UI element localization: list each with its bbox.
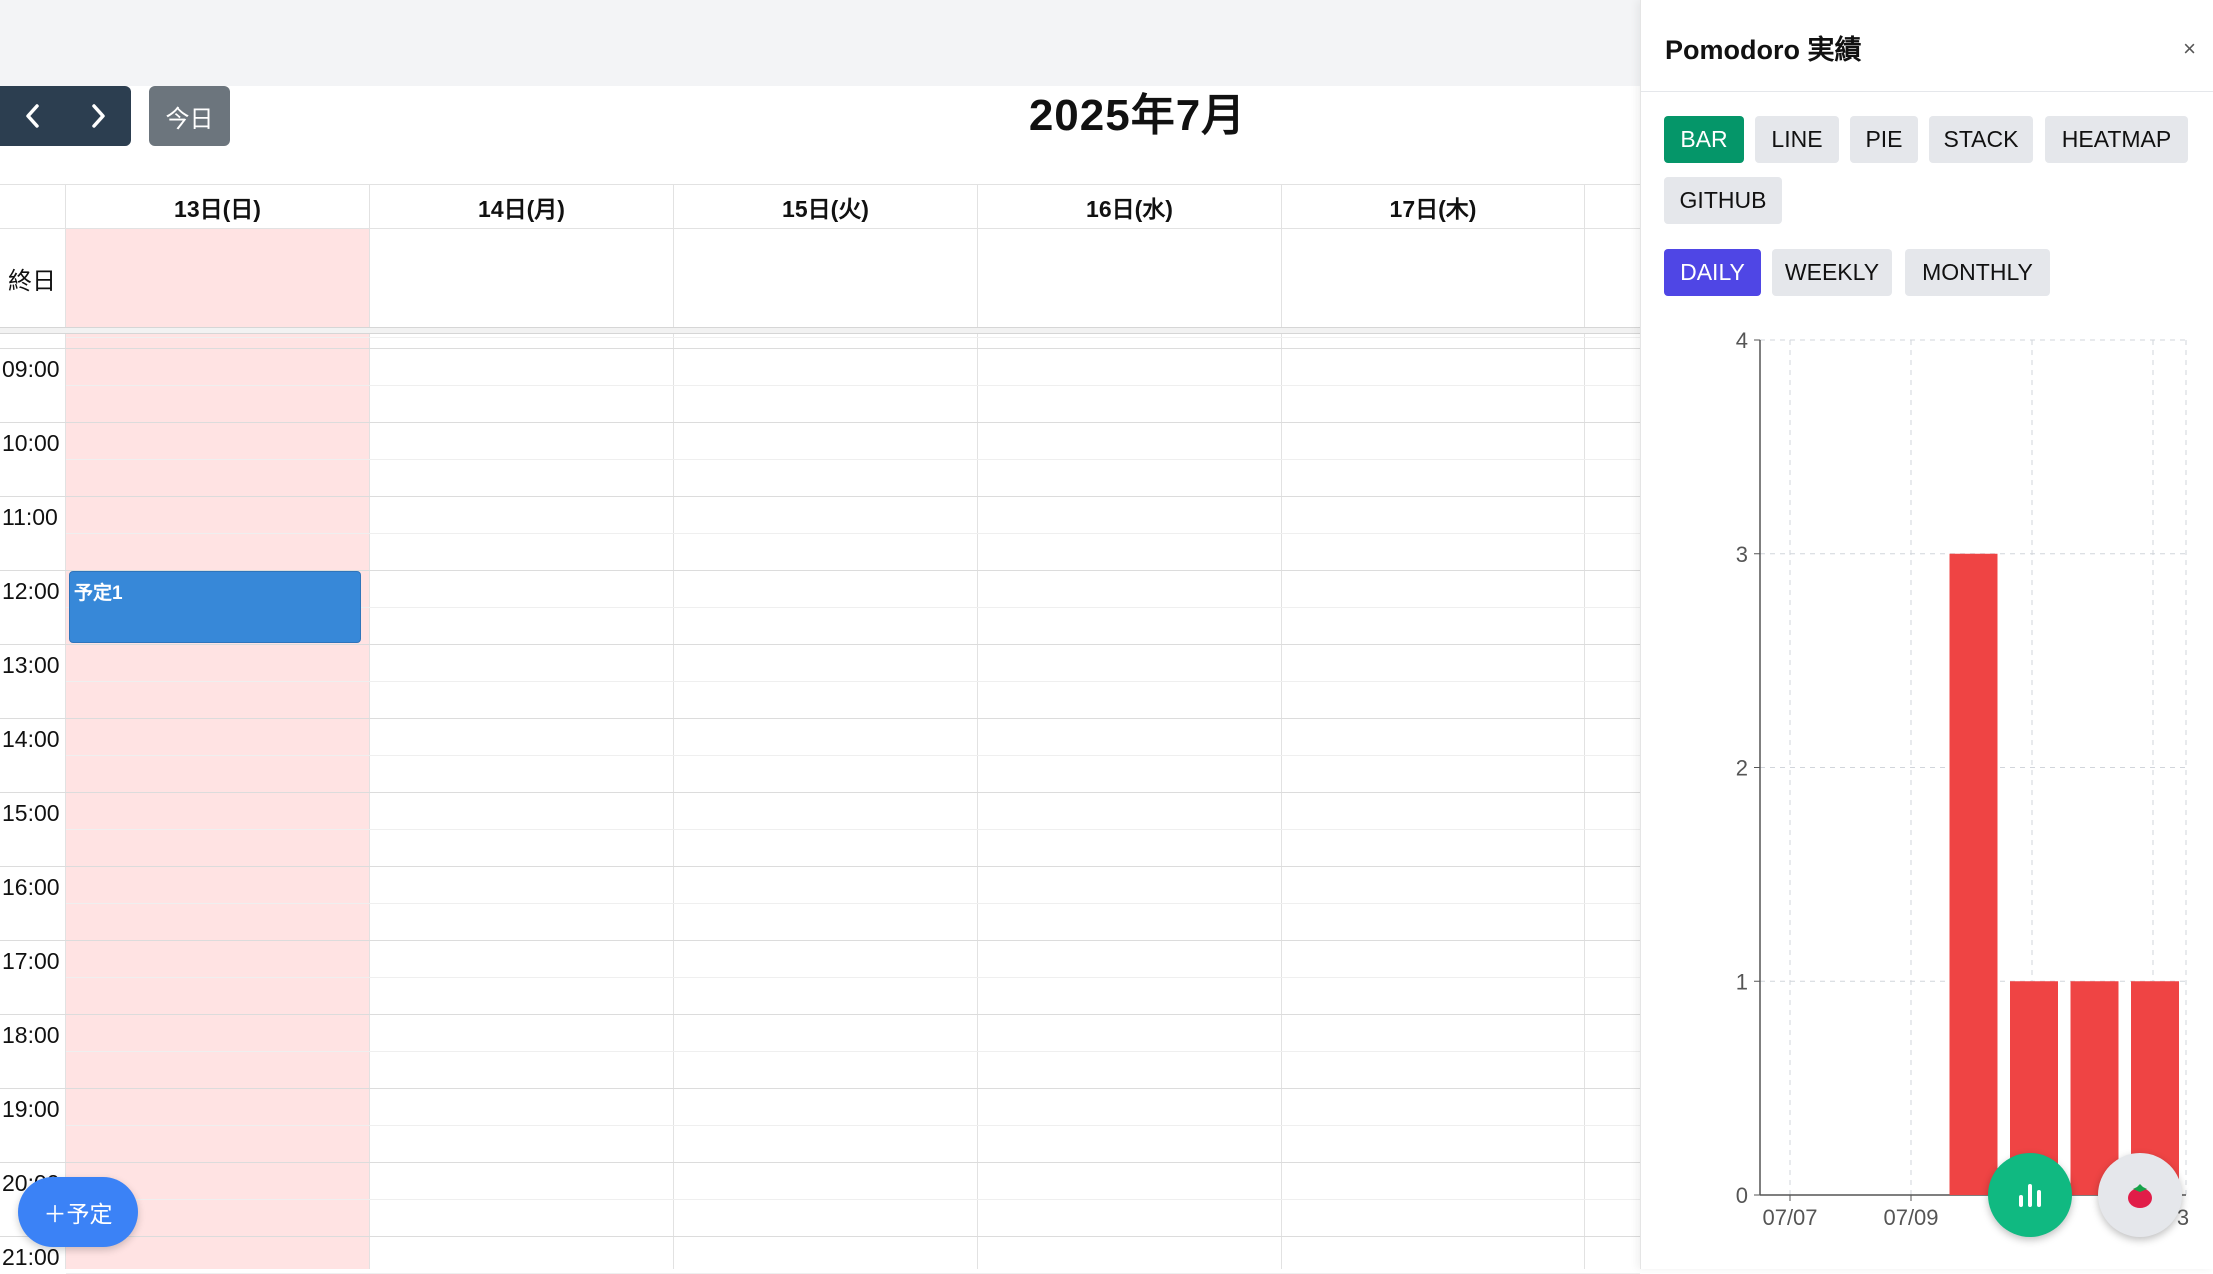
slot-line [66, 385, 1640, 386]
chevron-right-icon [92, 104, 105, 128]
slot-line [66, 681, 1640, 682]
chart-type-pie[interactable]: PIE [1850, 116, 1918, 163]
slot-line [66, 1051, 1640, 1052]
day-header[interactable]: 16日(水) [978, 185, 1281, 228]
bar-chart-icon [2019, 1184, 2041, 1207]
hour-line [0, 792, 1640, 793]
time-label: 21:00 [2, 1244, 60, 1270]
hour-line [0, 718, 1640, 719]
calendar-nav-group [0, 86, 131, 146]
column-divider [369, 184, 370, 1269]
x-tick-label: 07/09 [1883, 1205, 1938, 1230]
column-divider [1584, 184, 1585, 1269]
hour-line [0, 1162, 1640, 1163]
pomodoro-timer-button[interactable] [2098, 1153, 2182, 1237]
hour-line [0, 1236, 1640, 1237]
day-header[interactable]: 14日(月) [370, 185, 673, 228]
slot-line [66, 459, 1640, 460]
time-label: 09:00 [2, 356, 60, 382]
time-label: 17:00 [2, 948, 60, 974]
pomodoro-bar-chart: 0123407/07 07/09 3 [1736, 328, 2189, 1230]
time-label: 19:00 [2, 1096, 60, 1122]
day-header[interactable]: 17日(木) [1282, 185, 1584, 228]
period-monthly[interactable]: MONTHLY [1905, 249, 2050, 296]
time-label: 10:00 [2, 430, 60, 456]
chart-type-stack[interactable]: STACK [1929, 116, 2033, 163]
y-tick-label: 4 [1736, 328, 1748, 353]
bar [1949, 553, 1998, 1195]
chart-type-github[interactable]: GITHUB [1664, 177, 1782, 224]
period-weekly[interactable]: WEEKLY [1772, 249, 1892, 296]
y-tick-label: 3 [1736, 542, 1748, 567]
calendar-event[interactable]: 予定1 [69, 571, 361, 643]
slot-line [66, 337, 1640, 338]
header-divider [0, 228, 1640, 229]
slot-line [66, 755, 1640, 756]
time-label: 12:00 [2, 578, 60, 604]
day-header[interactable]: 15日(火) [674, 185, 977, 228]
chart-type-heatmap[interactable]: HEATMAP [2045, 116, 2188, 163]
slot-line [66, 977, 1640, 978]
allday-separator [0, 327, 1640, 334]
hour-line [0, 940, 1640, 941]
period-daily[interactable]: DAILY [1664, 249, 1761, 296]
chart-type-bar[interactable]: BAR [1664, 116, 1744, 163]
allday-label: 終日 [8, 267, 56, 295]
add-event-button[interactable]: ＋予定 [18, 1177, 138, 1247]
calendar-title: 2025年7月 [1028, 91, 1247, 140]
y-tick-label: 2 [1736, 756, 1748, 781]
hour-line [0, 422, 1640, 423]
hour-line [0, 866, 1640, 867]
time-label: 18:00 [2, 1022, 60, 1048]
column-divider [977, 184, 978, 1269]
pomodoro-panel: Pomodoro 実績 × BAR LINE PIE STACK HEATMAP… [1640, 0, 2213, 1269]
chart-toggle-button[interactable] [1988, 1153, 2072, 1237]
today-button[interactable]: 今日 [149, 86, 230, 146]
chevron-left-icon [26, 104, 39, 128]
time-label: 14:00 [2, 726, 60, 752]
column-divider [1281, 184, 1282, 1269]
panel-title: Pomodoro 実績 [1665, 35, 1862, 65]
hour-line [0, 1088, 1640, 1089]
slot-line [66, 829, 1640, 830]
chart-type-line[interactable]: LINE [1755, 116, 1839, 163]
day-header[interactable]: 13日(日) [66, 185, 369, 228]
y-tick-label: 1 [1736, 969, 1748, 994]
prev-button[interactable] [0, 86, 66, 146]
hour-line [0, 1014, 1640, 1015]
slot-line [66, 533, 1640, 534]
hour-line [0, 348, 1640, 349]
time-label: 15:00 [2, 800, 60, 826]
column-divider [65, 184, 66, 1269]
calendar-toolbar-bg [0, 0, 1640, 86]
hour-line [0, 644, 1640, 645]
column-divider [673, 184, 674, 1269]
slot-line [66, 1125, 1640, 1126]
y-tick-label: 0 [1736, 1183, 1748, 1208]
slot-line [66, 903, 1640, 904]
panel-divider [1641, 91, 2213, 92]
time-label: 11:00 [2, 504, 58, 530]
time-label: 13:00 [2, 652, 60, 678]
slot-line [66, 1199, 1640, 1200]
next-button[interactable] [66, 86, 132, 146]
close-icon[interactable]: × [2183, 36, 2196, 62]
time-label: 16:00 [2, 874, 60, 900]
hour-line [0, 496, 1640, 497]
x-tick-label: 07/07 [1762, 1205, 1817, 1230]
tomato-icon [2128, 1184, 2152, 1208]
